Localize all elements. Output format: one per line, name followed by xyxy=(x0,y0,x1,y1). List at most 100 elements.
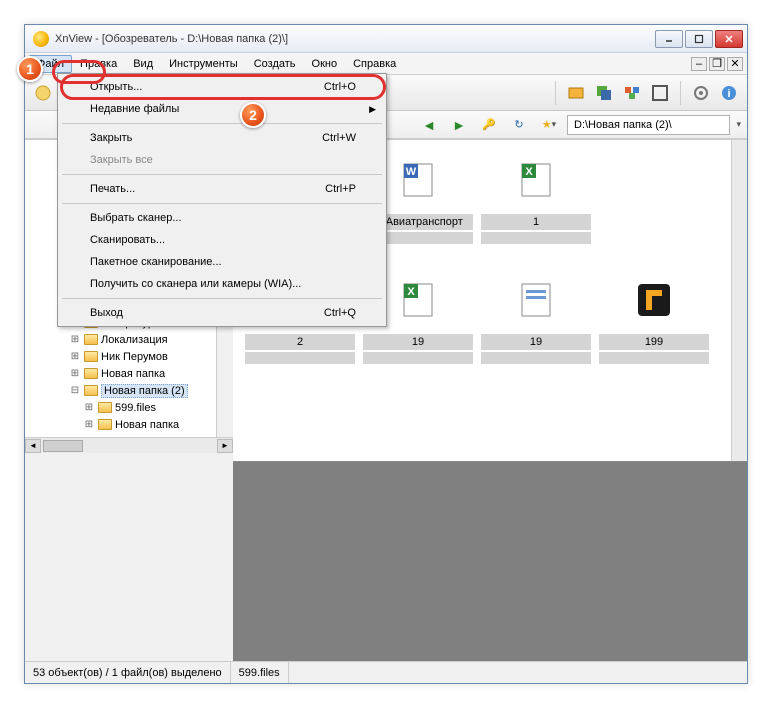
mdi-minimize-button[interactable]: ‒ xyxy=(691,57,707,71)
thumbnail-item[interactable]: 199 xyxy=(595,270,713,390)
multi-icon[interactable] xyxy=(620,81,644,105)
tree-item[interactable]: ⊞ Локализация xyxy=(27,331,214,348)
fullscreen-icon[interactable] xyxy=(648,81,672,105)
tree-label: Ник Перумов xyxy=(101,351,168,363)
tree-item[interactable]: ⊞ Новая папка xyxy=(27,416,214,433)
nav-key-icon[interactable]: 🔑 xyxy=(477,113,501,137)
path-text: D:\Новая папка (2)\ xyxy=(574,119,672,131)
status-right: 599.files xyxy=(231,662,289,683)
annotation-badge-2: 2 xyxy=(240,102,266,128)
menu-view[interactable]: Вид xyxy=(125,55,161,73)
menu-close-all: Закрыть все xyxy=(60,149,384,171)
tree-label: 599.files xyxy=(115,402,156,414)
thumbnail-label: 199 xyxy=(599,334,709,350)
menu-open[interactable]: Открыть... Ctrl+O xyxy=(60,76,384,98)
svg-text:X: X xyxy=(525,166,533,178)
menu-create[interactable]: Создать xyxy=(246,55,304,73)
thumbnail-item[interactable]: X1 xyxy=(477,150,595,270)
statusbar: 53 объект(ов) / 1 файл(ов) выделено 599.… xyxy=(25,661,747,683)
menu-tools[interactable]: Инструменты xyxy=(161,55,246,73)
folder-icon xyxy=(84,385,98,396)
folder-icon xyxy=(98,419,112,430)
tree-item[interactable]: ⊞ Ник Перумов xyxy=(27,348,214,365)
minimize-button[interactable] xyxy=(655,30,683,48)
menu-help[interactable]: Справка xyxy=(345,55,404,73)
menu-open-label: Открыть... xyxy=(90,81,142,93)
svg-text:i: i xyxy=(727,88,730,100)
menu-edit[interactable]: Правка xyxy=(72,55,125,73)
menu-print-shortcut: Ctrl+P xyxy=(325,183,356,195)
app-icon xyxy=(33,31,49,47)
thumbnail-sublabel xyxy=(481,232,591,244)
tree-toggle-icon[interactable]: ⊞ xyxy=(69,368,81,379)
nav-fav-icon[interactable]: ★▾ xyxy=(537,113,561,137)
thumbnail-icon: X xyxy=(512,156,560,204)
info-icon[interactable]: i xyxy=(717,81,741,105)
tree-label: Локализация xyxy=(101,334,168,346)
menu-close-label: Закрыть xyxy=(90,132,132,144)
tree-toggle-icon[interactable]: ⊞ xyxy=(83,402,95,413)
thumbnail-sublabel xyxy=(245,352,355,364)
tree-toggle-icon[interactable]: ⊞ xyxy=(83,419,95,430)
menu-recent[interactable]: Недавние файлы▶ xyxy=(60,98,384,120)
menu-print-label: Печать... xyxy=(90,183,135,195)
toolbar-icon[interactable] xyxy=(31,81,55,105)
thumbnail-icon: W xyxy=(394,156,442,204)
menu-exit[interactable]: ВыходCtrl+Q xyxy=(60,302,384,324)
menu-wia-label: Получить со сканера или камеры (WIA)... xyxy=(90,278,301,290)
tree-toggle-icon[interactable]: ⊞ xyxy=(69,351,81,362)
annotation-badge-1: 1 xyxy=(17,56,43,82)
menu-close-shortcut: Ctrl+W xyxy=(322,132,356,144)
thumbnail-label: 19 xyxy=(481,334,591,350)
close-button[interactable] xyxy=(715,30,743,48)
settings-icon[interactable] xyxy=(689,81,713,105)
tree-toggle-icon[interactable]: ⊟ xyxy=(69,385,81,396)
svg-text:X: X xyxy=(407,286,415,298)
slideshow-icon[interactable] xyxy=(564,81,588,105)
thumbnail-sublabel xyxy=(599,352,709,364)
thumbnail-icon xyxy=(630,276,678,324)
menu-scan-label: Сканировать... xyxy=(90,234,165,246)
thumbnail-label: 19 xyxy=(363,334,473,350)
folder-icon xyxy=(84,368,98,379)
convert-icon[interactable] xyxy=(592,81,616,105)
tree-hscroll[interactable]: ◄► xyxy=(25,437,233,453)
nav-fwd-icon[interactable]: ► xyxy=(447,113,471,137)
thumbnail-sublabel xyxy=(481,352,591,364)
menu-open-shortcut: Ctrl+O xyxy=(324,81,356,93)
menu-exit-shortcut: Ctrl+Q xyxy=(324,307,356,319)
svg-text:W: W xyxy=(406,166,417,178)
submenu-arrow-icon: ▶ xyxy=(369,104,376,115)
menu-close[interactable]: Закрыть Ctrl+W xyxy=(60,127,384,149)
mdi-restore-button[interactable]: ❐ xyxy=(709,57,725,71)
thumbnail-label: 1 xyxy=(481,214,591,230)
menu-select-scanner[interactable]: Выбрать сканер... xyxy=(60,207,384,229)
mdi-controls: ‒ ❐ ✕ xyxy=(691,57,743,71)
menu-select-scanner-label: Выбрать сканер... xyxy=(90,212,182,224)
folder-icon xyxy=(98,402,112,413)
tree-item[interactable]: ⊞ 599.files xyxy=(27,399,214,416)
nav-refresh-icon[interactable]: ↻ xyxy=(507,113,531,137)
menu-print[interactable]: Печать... Ctrl+P xyxy=(60,178,384,200)
thumbs-vscroll[interactable] xyxy=(731,140,747,461)
menu-batch-scan[interactable]: Пакетное сканирование... xyxy=(60,251,384,273)
path-field[interactable]: D:\Новая папка (2)\ xyxy=(567,115,730,135)
tree-toggle-icon[interactable]: ⊞ xyxy=(69,334,81,345)
menu-wia[interactable]: Получить со сканера или камеры (WIA)... xyxy=(60,273,384,295)
mdi-close-button[interactable]: ✕ xyxy=(727,57,743,71)
tree-label: Новая папка (2) xyxy=(101,384,188,398)
tree-label: Новая папка xyxy=(115,419,179,431)
thumbnail-item[interactable]: 19 xyxy=(477,270,595,390)
menu-window[interactable]: Окно xyxy=(304,55,346,73)
tree-item[interactable]: ⊞Новая папка xyxy=(27,365,214,382)
tree-item[interactable]: ⊟ Новая папка (2) xyxy=(27,382,214,399)
path-dropdown-icon[interactable]: ▾ xyxy=(736,119,741,130)
nav-back-icon[interactable]: ◄ xyxy=(417,113,441,137)
thumbnail-icon: X xyxy=(394,276,442,324)
thumbnail-label: 2 xyxy=(245,334,355,350)
folder-icon xyxy=(84,334,98,345)
titlebar: XnView - [Обозреватель - D:\Новая папка … xyxy=(25,25,747,53)
menu-scan[interactable]: Сканировать... xyxy=(60,229,384,251)
maximize-button[interactable] xyxy=(685,30,713,48)
folder-icon xyxy=(84,351,98,362)
